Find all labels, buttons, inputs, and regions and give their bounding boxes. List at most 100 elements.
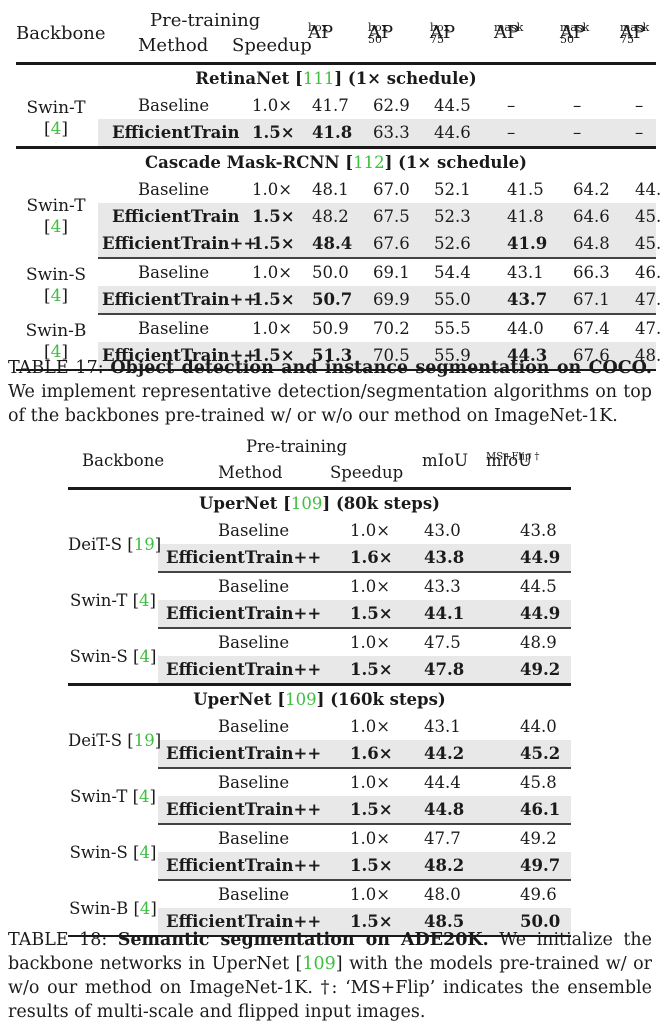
cell-value: 70.2 [373, 319, 410, 338]
cell-value: 62.9 [373, 96, 410, 115]
cell-miou: 43.1 [424, 717, 461, 736]
caption-label: TABLE 17: [8, 358, 111, 378]
cell-value: 45.2 [635, 234, 660, 253]
metric-superscript: mask [560, 21, 590, 34]
group-title: UperNet [109] (80k steps) [68, 490, 571, 517]
metric-superscript: box [368, 21, 388, 34]
reference-link[interactable]: 19 [134, 731, 155, 750]
cell-value: 66.3 [573, 263, 610, 282]
cell-method: Baseline [218, 773, 290, 792]
cell-value: 44.6 [434, 123, 471, 142]
cell-miou: 44.1 [424, 604, 465, 623]
backbone-label: Swin-T [4] [70, 787, 156, 806]
cell-value: – [635, 123, 644, 142]
reference-link[interactable]: 19 [134, 535, 155, 554]
group-title: Cascade Mask-RCNN [112] (1× schedule) [16, 149, 656, 176]
backbone-block: Baseline 1.0× 43.0 43.8 EfficientTrain++ 1.6×… [68, 517, 571, 571]
cell-method: Baseline [138, 180, 210, 199]
cell-miou: 47.7 [424, 829, 461, 848]
reference-link[interactable]: 4 [51, 286, 62, 306]
cell-miou: 47.5 [424, 633, 461, 652]
backbone-ref: [4] [43, 119, 69, 139]
metric-subscript: 50 [560, 33, 574, 46]
table-17-body: RetinaNet [111] (1× schedule) Baseline 1.0… [16, 65, 660, 371]
cell-miou: 48.2 [424, 856, 465, 875]
cell-value: – [507, 96, 516, 115]
table-row: EfficientTrain++ 1.5× 50.7 69.9 55.0 43.7 67.1… [16, 286, 660, 313]
header-speedup: Speedup [330, 463, 404, 482]
cell-value: 47.3 [635, 290, 660, 309]
cell-miou: 43.0 [424, 521, 461, 540]
cell-method: Baseline [218, 577, 290, 596]
cell-speedup: 1.0× [350, 577, 391, 596]
reference-link[interactable]: 109 [291, 494, 323, 513]
cell-value: 41.7 [312, 96, 349, 115]
cell-value: 48.1 [312, 180, 349, 199]
header-backbone: Backbone [82, 451, 165, 470]
table-17-caption: TABLE 17: Object detection and instance … [8, 356, 652, 428]
reference-link[interactable]: 4 [139, 787, 150, 806]
cell-method: EfficientTrain++ [166, 800, 322, 819]
cell-miou-msflip: 48.9 [520, 633, 557, 652]
table-17-header: Backbone Pre-training Method Speedup AP b… [16, 10, 650, 56]
cell-method: Baseline [218, 633, 290, 652]
cell-speedup: 1.0× [252, 263, 293, 282]
group-title: RetinaNet [111] (1× schedule) [16, 65, 656, 92]
cell-miou: 44.4 [424, 773, 461, 792]
metric-subscript: 75 [620, 33, 634, 46]
table-18-body: UperNet [109] (80k steps) Baseline 1.0× 43.… [68, 490, 571, 937]
cell-value: 52.6 [434, 234, 471, 253]
group-title-suffix: ] (80k steps) [322, 494, 440, 513]
cell-value: 41.8 [312, 123, 353, 142]
reference-link[interactable]: 4 [140, 899, 151, 918]
reference-link[interactable]: 4 [139, 591, 150, 610]
metric-superscript: mask [620, 21, 650, 34]
cell-method: Baseline [218, 885, 290, 904]
reference-link[interactable]: 4 [51, 217, 62, 237]
header-miou-msflip: mIoU MS+Flip † [486, 451, 540, 470]
backbone-label: DeiT-S [19] [68, 731, 162, 750]
group-title-text: UperNet [ [199, 494, 291, 513]
table-row: Baseline 1.0× 50.9 70.2 55.5 44.0 67.4 47.4 [16, 315, 660, 342]
reference-link[interactable]: 4 [139, 647, 150, 666]
cell-value: 52.1 [434, 180, 471, 199]
backbone-block: Baseline 1.0× 44.4 45.8 EfficientTrain++ 1.5×… [68, 769, 571, 823]
cell-value: 47.4 [635, 319, 660, 338]
reference-link[interactable]: 4 [139, 843, 150, 862]
group-title: UperNet [109] (160k steps) [68, 686, 571, 713]
cell-speedup: 1.5× [350, 800, 393, 819]
metric-superscript: box [430, 21, 450, 34]
cell-method: EfficientTrain++ [166, 548, 322, 567]
cell-speedup: 1.0× [252, 96, 293, 115]
reference-link[interactable]: 109 [285, 690, 317, 709]
group-title-text: Cascade Mask-RCNN [ [145, 153, 354, 172]
header-speedup: Speedup [232, 35, 312, 56]
backbone-block: Baseline 1.0× 48.1 67.0 52.1 41.5 64.2 44.9 Effi… [16, 176, 660, 257]
cell-speedup: 1.0× [350, 773, 391, 792]
cell-miou: 44.8 [424, 800, 465, 819]
cell-miou-msflip: 49.7 [520, 856, 561, 875]
cell-miou: 47.8 [424, 660, 465, 679]
reference-link[interactable]: 112 [353, 153, 385, 172]
table-18-caption: TABLE 18: Semantic segmentation on ADE20… [8, 928, 652, 1024]
cell-speedup: 1.6× [350, 548, 393, 567]
header-method: Method [218, 463, 283, 482]
cell-value: 46.3 [635, 263, 660, 282]
reference-link[interactable]: 111 [303, 69, 335, 88]
cell-method: EfficientTrain++ [166, 660, 322, 679]
backbone-label: Swin-S [4] [16, 265, 96, 307]
cell-miou-msflip: 44.0 [520, 717, 557, 736]
cell-value: 67.0 [373, 180, 410, 199]
cell-method: Baseline [138, 319, 210, 338]
cell-value: 50.7 [312, 290, 353, 309]
backbone-ref: [4] [43, 286, 69, 306]
cell-miou: 48.0 [424, 885, 461, 904]
cell-speedup: 1.0× [350, 717, 391, 736]
cell-value: 64.8 [573, 234, 610, 253]
caption-reference-link[interactable]: 109 [302, 954, 335, 974]
cell-value: 67.1 [573, 290, 610, 309]
reference-link[interactable]: 4 [51, 119, 62, 139]
cell-value: 41.5 [507, 180, 544, 199]
header-pretraining: Pre-training [150, 10, 261, 31]
cell-miou-msflip: 49.2 [520, 829, 557, 848]
